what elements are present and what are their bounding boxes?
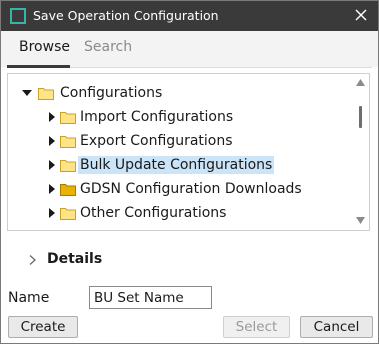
tree-item-label: Configurations [60,85,163,101]
close-button[interactable] [350,4,372,26]
close-icon [355,9,367,21]
title-bar: Save Operation Configuration [1,1,378,31]
folder-dark-icon [60,184,76,196]
details-label: Details [47,251,103,267]
tree-item-label: Import Configurations [80,109,234,125]
active-tab-indicator [7,65,70,68]
tab-search[interactable]: Search [84,39,132,55]
collapsed-arrow-icon[interactable] [46,207,56,219]
folder-icon [60,160,76,172]
configuration-tree[interactable]: Configurations Import Configurations Exp… [7,73,370,231]
chevron-right-icon [29,255,36,265]
tab-bar: Browse Search [1,31,378,68]
collapsed-arrow-icon[interactable] [46,111,56,123]
scroll-down-arrow-icon[interactable] [356,217,365,224]
name-label: Name [8,290,50,306]
select-button[interactable]: Select [223,316,290,338]
scroll-up-arrow-icon[interactable] [356,79,365,86]
tree-item-label: GDSN Configuration Downloads [80,181,302,197]
collapsed-arrow-icon[interactable] [46,159,56,171]
tree-item-label: Export Configurations [80,133,233,149]
tab-browse[interactable]: Browse [19,39,70,55]
scrollbar-thumb[interactable] [359,106,362,128]
folder-icon [38,88,54,100]
save-operation-configuration-dialog: Save Operation Configuration Browse Sear… [0,0,379,344]
collapsed-arrow-icon[interactable] [46,183,56,195]
name-input[interactable] [89,286,212,309]
folder-icon [60,208,76,220]
collapsed-arrow-icon[interactable] [46,135,56,147]
tree-item-label: Other Configurations [80,205,227,221]
cancel-button[interactable]: Cancel [300,316,373,338]
tree-item-label-selected: Bulk Update Configurations [78,156,275,174]
folder-icon [60,136,76,148]
create-button[interactable]: Create [8,316,78,338]
app-icon [10,8,26,24]
folder-icon [60,112,76,124]
expanded-arrow-icon[interactable] [22,87,32,99]
window-title: Save Operation Configuration [33,8,219,23]
